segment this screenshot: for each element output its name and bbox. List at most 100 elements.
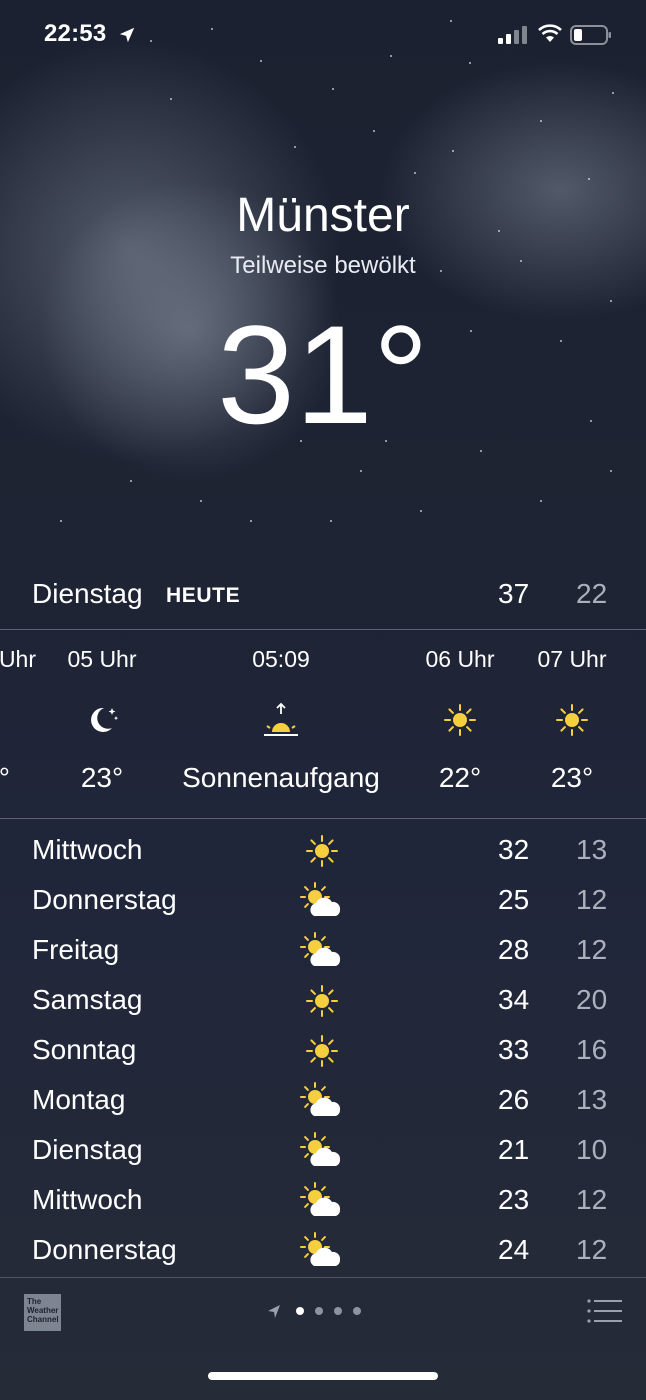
daily-forecast-row: Freitag 28 12	[0, 930, 646, 980]
hourly-time: 05:09	[252, 646, 310, 672]
sun-icon	[444, 704, 476, 736]
today-badge: HEUTE	[166, 584, 241, 607]
sun-icon	[306, 1035, 338, 1067]
star	[130, 480, 132, 482]
star	[332, 88, 334, 90]
forecast-low: 12	[576, 1234, 608, 1265]
daily-forecast-row: Montag 26 13	[0, 1080, 646, 1130]
forecast-day: Donnerstag	[32, 884, 177, 915]
forecast-low: 12	[576, 934, 608, 965]
forecast-low: 10	[576, 1134, 608, 1165]
partly-cloudy-icon	[300, 1082, 341, 1116]
forecast-low: 13	[576, 1084, 608, 1115]
wifi-icon	[538, 24, 562, 42]
divider	[0, 818, 646, 819]
forecast-high: 33	[498, 1034, 530, 1065]
forecast-high: 34	[498, 984, 530, 1015]
partly-cloudy-icon	[300, 932, 341, 966]
forecast-high: 32	[498, 834, 530, 865]
sky-background	[0, 0, 646, 560]
sun-icon	[556, 704, 588, 736]
home-indicator[interactable]	[208, 1372, 438, 1380]
hourly-value: Sonnenaufgang	[182, 762, 380, 793]
sunrise-icon	[264, 702, 298, 736]
moon-stars-icon	[0, 702, 22, 738]
forecast-day: Freitag	[32, 934, 120, 965]
daily-forecast-list[interactable]: Mittwoch 32 13 Donnerstag 25 12 Freitag 28 12 Sam…	[0, 830, 646, 1280]
sun-icon	[306, 835, 338, 867]
location-arrow-icon	[119, 27, 135, 43]
star	[250, 520, 252, 522]
forecast-high: 28	[498, 934, 530, 965]
star	[452, 150, 454, 152]
star	[588, 178, 590, 180]
partly-cloudy-icon	[300, 1132, 341, 1166]
forecast-day: Mittwoch	[32, 834, 143, 865]
forecast-day: Sonntag	[32, 1034, 137, 1065]
status-time: 22:53	[44, 20, 107, 47]
star	[360, 470, 362, 472]
daily-forecast-row: Donnerstag 24 12	[0, 1230, 646, 1280]
star	[480, 450, 482, 452]
forecast-low: 16	[576, 1034, 608, 1065]
sun-icon	[306, 985, 338, 1017]
star	[612, 92, 614, 94]
forecast-day: Mittwoch	[32, 1184, 143, 1215]
star	[540, 500, 542, 502]
hourly-forecast[interactable]: Uhr 2° 05 Uhr 23° 05:09 Sonnenaufgang 06…	[0, 632, 646, 818]
forecast-day: Samstag	[32, 984, 143, 1015]
cellular-signal-icon	[498, 26, 527, 44]
page-indicator[interactable]	[266, 1300, 386, 1322]
star	[540, 120, 542, 122]
today-high: 37	[498, 578, 530, 609]
current-temperature: 31°	[217, 296, 429, 453]
today-day: Dienstag	[32, 578, 143, 609]
divider	[0, 629, 646, 630]
divider	[0, 1277, 646, 1278]
forecast-day: Dienstag	[32, 1134, 143, 1165]
forecast-high: 25	[498, 884, 530, 915]
bottom-toolbar: The Weather Channel	[0, 1280, 646, 1400]
partly-cloudy-icon	[300, 1232, 341, 1266]
star	[610, 470, 612, 472]
partly-cloudy-icon	[300, 1182, 341, 1216]
daily-forecast-row: Dienstag 21 10	[0, 1130, 646, 1180]
forecast-low: 12	[576, 884, 608, 915]
forecast-high: 21	[498, 1134, 530, 1165]
forecast-low: 12	[576, 1184, 608, 1215]
list-icon[interactable]	[586, 1298, 622, 1324]
partly-cloudy-icon	[300, 882, 341, 916]
star	[170, 98, 172, 100]
hourly-value: 23°	[550, 762, 594, 793]
forecast-high: 24	[498, 1234, 530, 1265]
status-bar: 22:53	[0, 0, 646, 70]
forecast-day: Donnerstag	[32, 1234, 177, 1265]
forecast-day: Montag	[32, 1084, 126, 1115]
daily-forecast-row: Donnerstag 25 12	[0, 880, 646, 930]
today-low: 22	[576, 578, 608, 609]
forecast-low: 20	[576, 984, 608, 1015]
forecast-high: 26	[498, 1084, 530, 1115]
battery-icon	[570, 25, 611, 45]
forecast-high: 23	[498, 1184, 530, 1215]
star	[60, 520, 62, 522]
hourly-value: 23°	[80, 762, 124, 793]
star	[373, 130, 375, 132]
weather-condition: Teilweise bewölkt	[230, 252, 416, 279]
star	[414, 172, 416, 174]
forecast-low: 13	[576, 834, 608, 865]
current-location-icon	[268, 1305, 280, 1318]
star	[200, 500, 202, 502]
hourly-time: 05 Uhr	[67, 646, 137, 672]
daily-forecast-row: Samstag 34 20	[0, 980, 646, 1030]
daily-forecast-row: Mittwoch 32 13	[0, 830, 646, 880]
star	[330, 520, 332, 522]
weather-channel-logo-icon[interactable]: The Weather Channel	[24, 1294, 61, 1331]
star	[420, 510, 422, 512]
today-summary: Dienstag HEUTE 37 22	[0, 570, 646, 630]
daily-forecast-row: Sonntag 33 16	[0, 1030, 646, 1080]
city-name: Münster	[236, 189, 410, 242]
moon-stars-icon	[91, 707, 119, 732]
star	[294, 146, 296, 148]
daily-forecast-row: Mittwoch 23 12	[0, 1180, 646, 1230]
